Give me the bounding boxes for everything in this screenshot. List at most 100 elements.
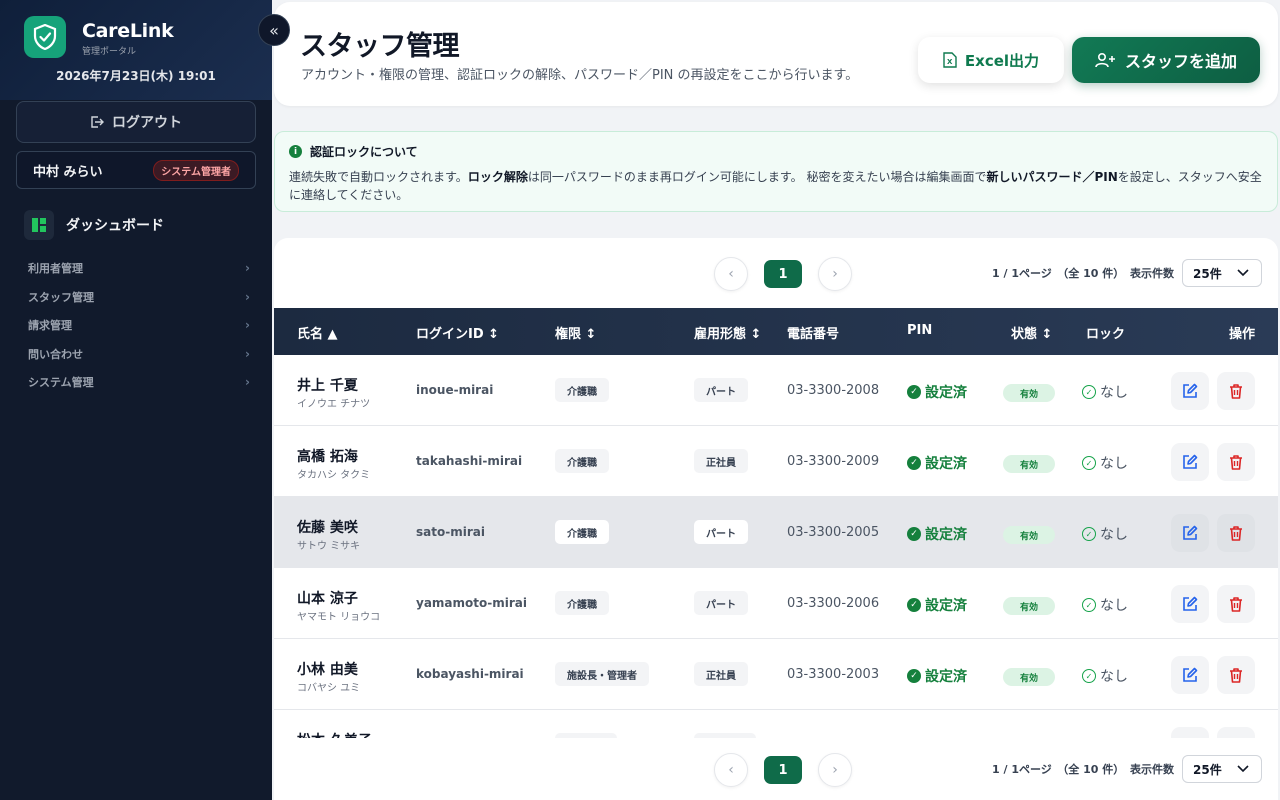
per-page-select[interactable]: 25件 <box>1182 755 1262 783</box>
lock-status: ✓ なし <box>1082 666 1128 686</box>
staff-name: 山本 涼子 <box>297 591 358 607</box>
current-page-button[interactable]: 1 <box>764 756 802 784</box>
check-outline-icon: ✓ <box>1082 456 1096 470</box>
trash-icon <box>1230 597 1242 612</box>
pin-status: ✓ 設定済 <box>907 524 967 544</box>
table-row[interactable]: 井上 千夏 イノウエ チナツ inoue-mirai 介護職 パート 03-33… <box>274 355 1278 426</box>
sidebar-item-dashboard[interactable]: ダッシュボード <box>24 210 164 240</box>
pin-label: 設定済 <box>925 527 967 543</box>
col-lock: ロック <box>1086 327 1126 342</box>
phone: 03-3300-2009 <box>787 454 880 469</box>
dashboard-icon <box>24 210 54 240</box>
next-page-button[interactable]: › <box>818 257 852 291</box>
table-row[interactable]: 佐藤 美咲 サトウ ミサキ sato-mirai 介護職 パート 03-3300… <box>274 497 1278 568</box>
edit-button[interactable] <box>1171 443 1209 481</box>
sidebar-header: CareLink 管理ポータル 2026年7月23日(木) 19:01 <box>0 0 272 100</box>
check-circle-icon: ✓ <box>907 669 921 683</box>
brand-subtitle: 管理ポータル <box>82 47 137 57</box>
info-text-1: 連続失敗で自動ロックされます。 <box>289 170 468 184</box>
delete-button[interactable] <box>1217 514 1255 552</box>
collapse-sidebar-button[interactable]: « <box>258 14 290 46</box>
svg-text:X: X <box>947 58 953 66</box>
page-info: 1 / 1ページ （全 10 件） <box>992 267 1125 280</box>
sidebar-item-inquiries[interactable]: 問い合わせ › <box>28 344 250 364</box>
col-role[interactable]: 権限 ↕ <box>555 323 596 342</box>
per-page-value: 25件 <box>1193 762 1222 777</box>
pin-label: 設定済 <box>925 385 967 401</box>
chevron-right-icon: › <box>245 290 250 304</box>
logout-button[interactable]: ログアウト <box>16 101 256 143</box>
phone: 03-3300-2005 <box>787 525 880 540</box>
trash-icon <box>1230 668 1242 683</box>
next-page-button[interactable]: › <box>818 753 852 787</box>
role-chip: 介護職 <box>555 378 609 402</box>
prev-page-button[interactable]: ‹ <box>714 257 748 291</box>
pin-label: 設定済 <box>925 598 967 614</box>
check-circle-icon: ✓ <box>907 385 921 399</box>
table-row[interactable]: 小林 由美 コバヤシ ユミ kobayashi-mirai 施設長・管理者 正社… <box>274 639 1278 710</box>
login-id: takahashi-mirai <box>416 454 523 468</box>
table-header: 氏名 ▲ ログインID ↕ 権限 ↕ 雇用形態 ↕ 電話番号 PIN 状態 ↕ … <box>274 308 1278 355</box>
col-name[interactable]: 氏名 ▲ <box>297 323 338 342</box>
table-row[interactable]: 高橋 拓海 タカハシ タクミ takahashi-mirai 介護職 正社員 0… <box>274 426 1278 497</box>
pin-status: ✓ 設定済 <box>907 666 967 686</box>
lock-status: ✓ なし <box>1082 453 1128 473</box>
delete-button[interactable] <box>1217 656 1255 694</box>
edit-icon <box>1183 525 1198 540</box>
col-status[interactable]: 状態 ↕ <box>1011 323 1052 342</box>
staff-name: 小林 由美 <box>297 662 358 678</box>
excel-export-label: Excel出力 <box>964 51 1040 70</box>
lock-label: なし <box>1100 598 1128 614</box>
check-outline-icon: ✓ <box>1082 669 1096 683</box>
current-user: 中村 みらい システム管理者 <box>16 151 256 189</box>
chevron-left-icon: ‹ <box>728 266 734 282</box>
col-employment[interactable]: 雇用形態 ↕ <box>694 323 761 342</box>
staff-kana: コバヤシ ユミ <box>297 683 361 694</box>
chevron-left-icon: ‹ <box>728 762 734 778</box>
edit-button[interactable] <box>1171 656 1209 694</box>
edit-icon <box>1183 596 1198 611</box>
edit-button[interactable] <box>1171 514 1209 552</box>
status-badge: 有効 <box>1003 668 1055 686</box>
staff-name: 高橋 拓海 <box>297 449 358 465</box>
trash-icon <box>1230 384 1242 399</box>
table-row[interactable]: 山本 涼子 ヤマモト リョウコ yamamoto-mirai 介護職 パート 0… <box>274 568 1278 639</box>
pin-status: ✓ 設定済 <box>907 382 967 402</box>
lock-label: なし <box>1100 669 1128 685</box>
edit-icon <box>1183 383 1198 398</box>
per-page-label: 表示件数 <box>1130 763 1174 776</box>
pager-nav: ‹ 1 › <box>714 257 852 291</box>
role-chip: 介護職 <box>555 591 609 615</box>
login-id: sato-mirai <box>416 525 485 539</box>
per-page-select[interactable]: 25件 <box>1182 259 1262 287</box>
delete-button[interactable] <box>1217 585 1255 623</box>
nav-label: 請求管理 <box>28 319 72 332</box>
prev-page-button[interactable]: ‹ <box>714 753 748 787</box>
edit-icon <box>1183 667 1198 682</box>
check-outline-icon: ✓ <box>1082 385 1096 399</box>
excel-file-icon: X <box>943 52 957 68</box>
staff-name: 佐藤 美咲 <box>297 520 358 536</box>
employment-chip: パート <box>694 378 748 402</box>
sidebar-item-users[interactable]: 利用者管理 › <box>28 258 250 278</box>
staff-name: 井上 千夏 <box>297 378 358 394</box>
add-staff-button[interactable]: スタッフを追加 <box>1072 37 1260 83</box>
edit-button[interactable] <box>1171 585 1209 623</box>
delete-button[interactable] <box>1217 372 1255 410</box>
delete-button[interactable] <box>1217 443 1255 481</box>
excel-export-button[interactable]: X Excel出力 <box>918 37 1064 83</box>
phone: 03-3300-2008 <box>787 383 880 398</box>
check-outline-icon: ✓ <box>1082 598 1096 612</box>
col-login-id[interactable]: ログインID ↕ <box>416 323 499 342</box>
sidebar-item-billing[interactable]: 請求管理 › <box>28 315 250 335</box>
info-title: i 認証ロックについて <box>289 143 418 160</box>
current-page-button[interactable]: 1 <box>764 260 802 288</box>
nav-label: スタッフ管理 <box>28 291 94 304</box>
info-bold-unlock: ロック解除 <box>467 170 528 184</box>
per-page-label: 表示件数 <box>1130 267 1174 280</box>
pagination-top: ‹ 1 › 1 / 1ページ （全 10 件） 表示件数 25件 <box>274 238 1278 308</box>
sidebar-item-system[interactable]: システム管理 › <box>28 372 250 392</box>
edit-button[interactable] <box>1171 372 1209 410</box>
sidebar-item-staff[interactable]: スタッフ管理 › <box>28 287 250 307</box>
role-chip: 介護職 <box>555 449 609 473</box>
